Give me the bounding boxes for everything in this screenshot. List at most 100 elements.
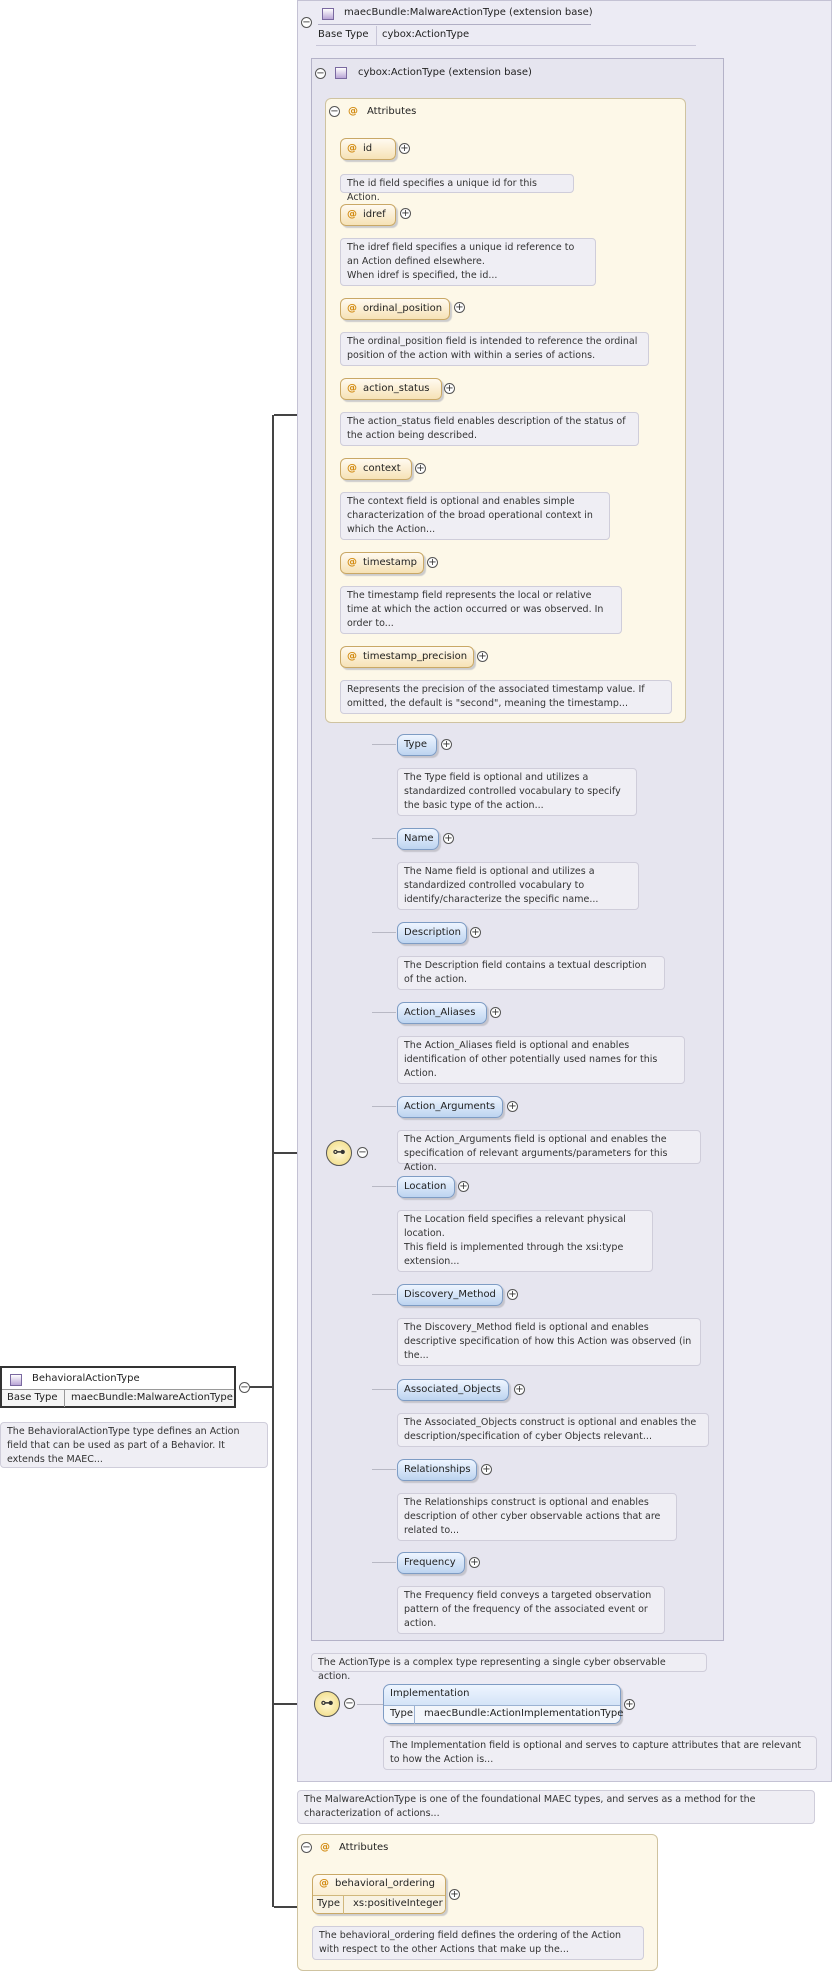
element-action-aliases[interactable]: Action_Aliases [397, 1002, 487, 1024]
attribute-timestamp-expand[interactable]: + [427, 557, 438, 568]
root-documentation: The BehavioralActionType type defines an… [0, 1422, 268, 1468]
element-name-expand[interactable]: + [443, 833, 454, 844]
element-frequency-doc: The Frequency field conveys a targeted o… [397, 1586, 665, 1634]
attribute-at-icon: @ [319, 1878, 329, 1889]
element-description-expand[interactable]: + [470, 927, 481, 938]
element-type-expand[interactable]: + [441, 739, 452, 750]
element-relationships[interactable]: Relationships [397, 1459, 477, 1481]
branch-tick [372, 1012, 396, 1013]
attribute-label: id [363, 143, 373, 154]
branch-tick [372, 1389, 396, 1390]
attribute-label: ordinal_position [363, 303, 443, 314]
malware-ext-collapse-toggle[interactable]: − [301, 17, 312, 28]
implementation-name: Implementation [390, 1688, 470, 1699]
root-base-type-value: maecBundle:MalwareActionType [71, 1392, 233, 1403]
attribute-timestamp-precision-expand[interactable]: + [477, 651, 488, 662]
attribute-label: action_status [363, 383, 430, 394]
element-action-arguments-expand[interactable]: + [507, 1101, 518, 1112]
sequence-2-collapse-toggle[interactable]: − [344, 1698, 355, 1709]
trunk-top-curve [274, 414, 294, 416]
cybox-attributes-collapse-toggle[interactable]: − [329, 106, 340, 117]
element-discovery-method[interactable]: Discovery_Method [397, 1284, 503, 1306]
cybox-attributes-title: Attributes [367, 106, 417, 117]
implementation-connector [357, 1704, 383, 1705]
implementation-element[interactable]: Implementation Type maecBundle:ActionImp… [383, 1684, 623, 1724]
attribute-context[interactable]: @ context [340, 458, 412, 480]
element-type-doc: The Type field is optional and utilizes … [397, 768, 637, 816]
attribute-at-icon: @ [347, 143, 357, 154]
attribute-ordinal-position[interactable]: @ ordinal_position [340, 298, 450, 320]
attribute-label: timestamp_precision [363, 651, 468, 662]
sequence-compositor-icon[interactable]: ⊶ [326, 1140, 352, 1166]
behavioral-ordering-doc: The behavioral_ordering field defines th… [312, 1926, 644, 1960]
attribute-at-icon: @ [347, 303, 357, 314]
attribute-id[interactable]: @ id [340, 138, 396, 160]
element-type[interactable]: Type [397, 734, 437, 756]
sequence-compositor-icon-2[interactable]: ⊶ [314, 1691, 340, 1717]
element-description[interactable]: Description [397, 922, 467, 944]
attribute-timestamp[interactable]: @ timestamp [340, 552, 424, 574]
attribute-timestamp-precision[interactable]: @ timestamp_precision [340, 646, 474, 668]
element-frequency[interactable]: Frequency [397, 1552, 465, 1574]
attribute-at-icon: @ [347, 557, 357, 568]
element-location-doc: The Location field specifies a relevant … [397, 1210, 653, 1272]
malware-ext-title-underline [318, 24, 591, 25]
attribute-action-status-expand[interactable]: + [444, 383, 455, 394]
element-description-doc: The Description field contains a textual… [397, 956, 665, 990]
element-name[interactable]: Name [397, 828, 439, 850]
attribute-at-icon: @ [347, 209, 357, 220]
attribute-at-icon: @ [347, 383, 357, 394]
element-associated-objects-expand[interactable]: + [514, 1384, 525, 1395]
attribute-timestamp-precision-doc: Represents the precision of the associat… [340, 680, 672, 714]
main-trunk-line [272, 415, 274, 1907]
attribute-idref-expand[interactable]: + [400, 208, 411, 219]
sequence-collapse-toggle[interactable]: − [357, 1147, 368, 1158]
malware-base-type-value: cybox:ActionType [382, 29, 470, 40]
element-location[interactable]: Location [397, 1176, 455, 1198]
branch-tick [372, 1294, 396, 1295]
behavioral-ordering-expand[interactable]: + [449, 1889, 460, 1900]
malware-base-divider [376, 26, 377, 46]
root-attributes-title: Attributes [339, 1842, 389, 1853]
attribute-ordinal-position-expand[interactable]: + [454, 302, 465, 313]
attribute-behavioral-ordering[interactable]: @ behavioral_ordering Type xs:positiveIn… [312, 1874, 446, 1914]
implementation-type-label: Type [390, 1708, 413, 1719]
element-associated-objects[interactable]: Associated_Objects [397, 1379, 509, 1401]
attribute-action-status[interactable]: @ action_status [340, 378, 442, 400]
attribute-id-expand[interactable]: + [399, 143, 410, 154]
malware-ext-icon [322, 8, 334, 20]
element-frequency-expand[interactable]: + [469, 1557, 480, 1568]
behavioral-ordering-type-value: xs:positiveInteger [353, 1898, 443, 1909]
malware-base-row: Base Type cybox:ActionType [316, 26, 696, 46]
element-discovery-method-expand[interactable]: + [507, 1289, 518, 1300]
attribute-label: timestamp [363, 557, 417, 568]
attribute-timestamp-doc: The timestamp field represents the local… [340, 586, 622, 634]
attribute-idref[interactable]: @ idref [340, 204, 396, 226]
root-collapse-toggle[interactable]: − [239, 1382, 250, 1393]
element-relationships-expand[interactable]: + [481, 1464, 492, 1475]
element-relationships-doc: The Relationships construct is optional … [397, 1493, 677, 1541]
element-action-aliases-expand[interactable]: + [490, 1007, 501, 1018]
element-name-doc: The Name field is optional and utilizes … [397, 862, 639, 910]
root-type-box[interactable]: BehavioralActionType Base Type maecBundl… [0, 1366, 236, 1408]
behavioral-ordering-type-row: Type xs:positiveInteger [313, 1895, 445, 1914]
branch-tick [372, 1106, 396, 1107]
malware-ext-documentation: The MalwareActionType is one of the foun… [297, 1790, 815, 1824]
element-action-aliases-doc: The Action_Aliases field is optional and… [397, 1036, 685, 1084]
cybox-ext-icon [335, 67, 347, 79]
implementation-type-row: Type maecBundle:ActionImplementationType [384, 1705, 623, 1724]
element-action-arguments[interactable]: Action_Arguments [397, 1096, 503, 1118]
root-attributes-collapse-toggle[interactable]: − [301, 1842, 312, 1853]
attribute-at-icon: @ [347, 651, 357, 662]
cybox-ext-title: cybox:ActionType (extension base) [358, 67, 532, 78]
element-location-expand[interactable]: + [458, 1181, 469, 1192]
implementation-type-divider [414, 1706, 415, 1724]
attribute-context-expand[interactable]: + [415, 463, 426, 474]
root-base-row: Base Type maecBundle:MalwareActionType [2, 1389, 234, 1407]
branch-tick [372, 744, 396, 745]
branch-tick [372, 932, 396, 933]
implementation-expand[interactable]: + [624, 1699, 635, 1710]
attribute-id-doc: The id field specifies a unique id for t… [340, 174, 574, 203]
cybox-ext-collapse-toggle[interactable]: − [315, 68, 326, 79]
root-connector-line [250, 1386, 274, 1388]
